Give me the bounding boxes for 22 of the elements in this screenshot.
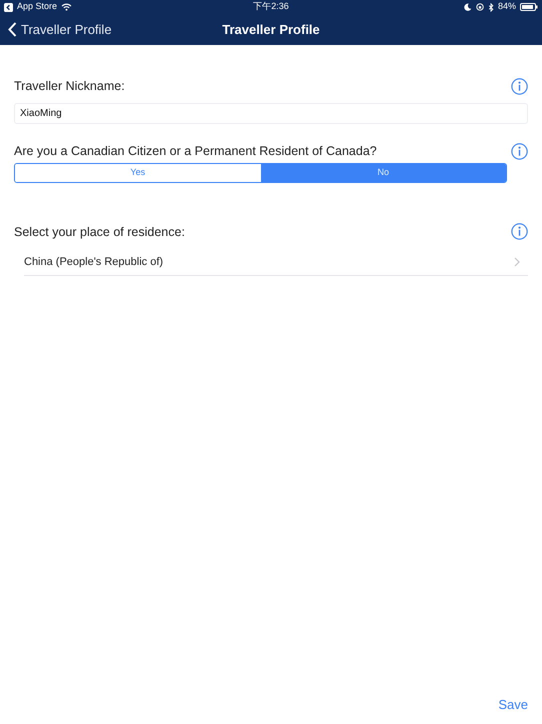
residence-row[interactable]: China (People's Republic of)	[24, 249, 528, 276]
wifi-icon	[61, 3, 72, 11]
back-button[interactable]: Traveller Profile	[0, 20, 112, 40]
residence-label: Select your place of residence:	[14, 224, 185, 241]
field-label: Traveller Nickname:	[14, 78, 125, 95]
battery-icon	[520, 3, 538, 11]
moon-icon	[464, 3, 472, 11]
chevron-left-icon	[8, 22, 17, 37]
battery-percent: 84%	[498, 0, 516, 14]
info-icon[interactable]	[511, 223, 528, 240]
question-label: Are you a Canadian Citizen or a Permanent Resident of Canada?	[14, 142, 377, 160]
save-button[interactable]: Save	[498, 694, 528, 714]
info-icon[interactable]	[511, 78, 528, 95]
nickname-field[interactable]: XiaoMing	[14, 102, 528, 124]
info-icon[interactable]	[511, 142, 528, 160]
nav-title: Traveller Profile	[222, 20, 320, 39]
bluetooth-icon	[488, 2, 494, 12]
back-app-icon[interactable]	[4, 2, 13, 12]
chevron-right-icon	[514, 257, 520, 268]
rotation-lock-icon	[476, 3, 484, 11]
back-app-label[interactable]: App Store	[17, 0, 58, 14]
status-time: 下午2:36	[253, 0, 289, 14]
